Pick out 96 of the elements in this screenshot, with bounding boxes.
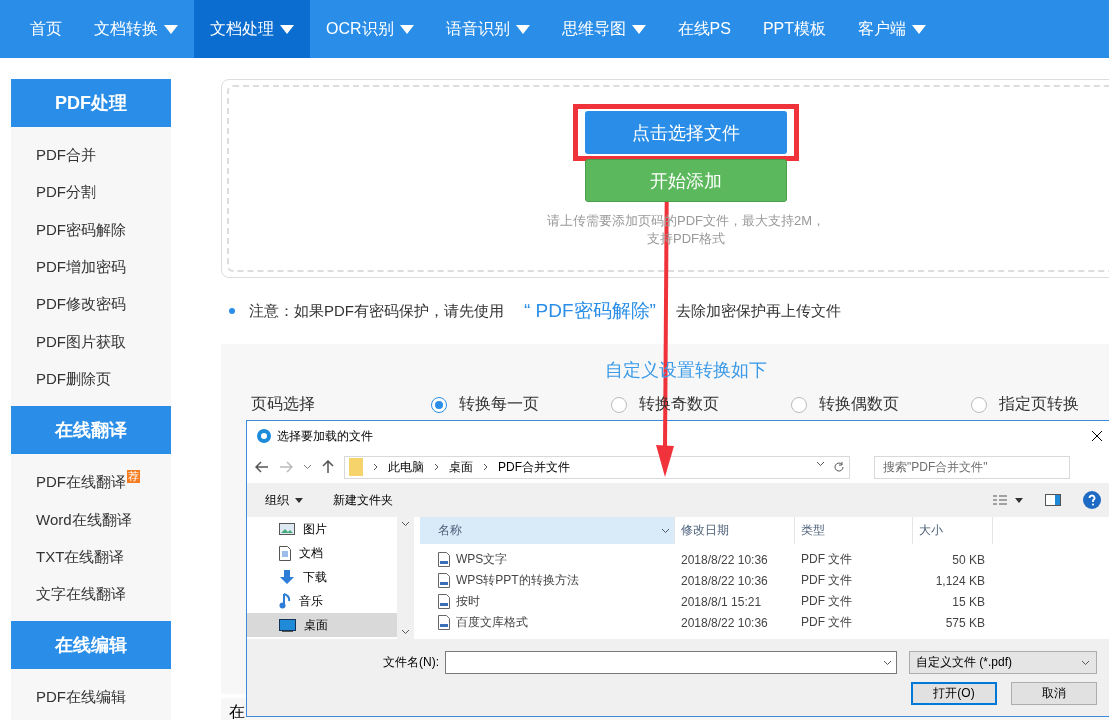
sidebar-link[interactable]: PDF图片获取	[36, 332, 126, 352]
table-cell-text: PDF 文件	[800, 614, 854, 631]
bullet-icon	[229, 308, 235, 314]
file-name[interactable]: 按时	[456, 593, 480, 610]
pdf-file-icon	[438, 615, 450, 630]
file-name[interactable]: 百度文库格式	[456, 614, 528, 631]
nav-pane-item[interactable]: 图片	[247, 517, 397, 541]
download-arrow-icon	[279, 569, 295, 585]
sidebar-link[interactable]: 文字在线翻译	[36, 585, 126, 605]
table-cell-text: PDF 文件	[800, 593, 854, 610]
sidebar-link[interactable]: PDF在线编辑	[36, 688, 126, 708]
dialog-title: 选择要加载的文件	[277, 427, 373, 445]
sidebar-link[interactable]: PDF在线翻译	[36, 473, 126, 493]
column-header[interactable]: 大小	[913, 517, 993, 544]
sidebar-heading: 在线翻译	[11, 406, 171, 455]
scroll-down-icon	[401, 629, 410, 635]
nav-pane-item[interactable]: 音乐	[247, 589, 397, 613]
table-cell-text: 575 KB	[944, 615, 986, 630]
file-name[interactable]: WPS文字	[456, 551, 508, 568]
table-cell-text: 2018/8/22 10:36	[680, 615, 769, 630]
address-bar[interactable]: 此电脑 桌面 PDF合并文件	[344, 455, 850, 479]
breadcrumb-item[interactable]: 此电脑	[388, 458, 424, 476]
table-cell-text: 50 KB	[951, 552, 986, 567]
open-button[interactable]: 打开(O)	[911, 682, 997, 705]
table-cell-text: 2018/8/1 15:21	[680, 594, 763, 609]
filename-field[interactable]	[445, 651, 897, 674]
breadcrumb-item[interactable]: 桌面	[449, 458, 473, 476]
sidebar-link[interactable]: TXT在线翻译	[36, 547, 125, 567]
table-cell-text: 2018/8/22 10:36	[680, 573, 769, 588]
sidebar-link[interactable]: Word在线翻译	[36, 510, 132, 530]
chevron-icon	[373, 463, 378, 471]
column-header[interactable]: 类型	[795, 517, 913, 544]
sidebar-heading: PDF处理	[11, 79, 171, 127]
recommend-badge: 荐	[127, 470, 140, 484]
sidebar-link[interactable]: PDF删除页	[36, 369, 111, 389]
up-arrow-icon[interactable]	[322, 460, 334, 474]
nav-pane-item[interactable]: 文档	[247, 541, 397, 565]
sidebar-link[interactable]: PDF分割	[36, 183, 96, 203]
dropdown-caret-icon	[816, 461, 825, 467]
table-cell-text: PDF 文件	[800, 572, 854, 589]
organize-button[interactable]: 组织	[265, 491, 303, 509]
sort-caret-icon	[661, 527, 670, 534]
close-icon[interactable]	[1091, 430, 1103, 442]
chevron-icon	[434, 463, 439, 471]
sidebar-link[interactable]: PDF密码解除	[36, 220, 126, 240]
note-text: 注意：如果PDF有密码保护，请先使用	[249, 301, 504, 321]
radio-label: 转换偶数页	[819, 394, 899, 414]
picture-icon	[279, 523, 295, 535]
field-label: 页码选择	[251, 395, 315, 412]
caret-icon	[295, 497, 303, 503]
radio-button[interactable]	[611, 396, 627, 413]
radio-label: 转换每一页	[459, 394, 539, 414]
sidebar-link[interactable]: PDF增加密码	[36, 258, 126, 278]
nav-pane-item[interactable]: 下载	[247, 565, 397, 589]
scroll-up-icon	[401, 521, 410, 527]
sidebar-link[interactable]: PDF修改密码	[36, 295, 126, 315]
history-caret-icon	[303, 464, 312, 470]
new-folder-button[interactable]: 新建文件夹	[333, 491, 393, 509]
nav-tab[interactable]: 文档处理	[194, 0, 310, 58]
file-name[interactable]: WPS转PPT的转换方法	[456, 572, 579, 589]
desktop-icon	[279, 618, 296, 632]
cancel-button[interactable]: 取消	[1011, 682, 1097, 705]
table-cell-text: 2018/8/22 10:36	[680, 552, 769, 567]
folder-icon	[349, 458, 363, 476]
search-field[interactable]: 搜索"PDF合并文件"	[874, 455, 1070, 479]
radio-button[interactable]	[971, 396, 987, 413]
table-cell-text: 15 KB	[951, 594, 986, 609]
breadcrumb-item[interactable]: PDF合并文件	[498, 458, 570, 476]
pdf-file-icon	[438, 594, 450, 609]
refresh-icon[interactable]	[833, 461, 845, 473]
table-cell-text: 1,124 KB	[934, 573, 986, 588]
view-options-icon[interactable]	[993, 494, 1023, 506]
body-text: 在	[229, 703, 245, 720]
note-text: 去除加密保护再上传文件	[675, 301, 841, 321]
radio-button[interactable]	[791, 396, 807, 413]
pdf-file-icon	[438, 573, 450, 588]
pdf-file-icon	[438, 552, 450, 567]
sidebar-link[interactable]: PDF合并	[36, 146, 96, 166]
preview-pane-icon[interactable]	[1045, 494, 1061, 506]
music-note-icon	[279, 593, 291, 609]
document-icon	[279, 545, 291, 561]
nav-pane-item[interactable]: 桌面	[247, 613, 397, 637]
field-label: 文件名(N):	[383, 654, 439, 671]
sidebar-heading: 在线编辑	[11, 621, 171, 670]
app-icon	[257, 429, 271, 443]
chevron-icon	[483, 463, 488, 471]
radio-label: 指定页转换	[999, 394, 1079, 414]
table-cell-text: PDF 文件	[800, 551, 854, 568]
file-type-select[interactable]: 自定义文件 (*.pdf)	[909, 651, 1097, 674]
dropdown-caret-icon	[883, 659, 892, 666]
help-icon[interactable]	[1083, 491, 1101, 509]
radio-button[interactable]	[431, 396, 447, 413]
dropdown-caret-icon	[1081, 659, 1090, 666]
column-header[interactable]: 名称	[420, 517, 675, 544]
back-arrow-icon[interactable]	[255, 461, 269, 473]
column-header[interactable]: 修改日期	[675, 517, 795, 544]
